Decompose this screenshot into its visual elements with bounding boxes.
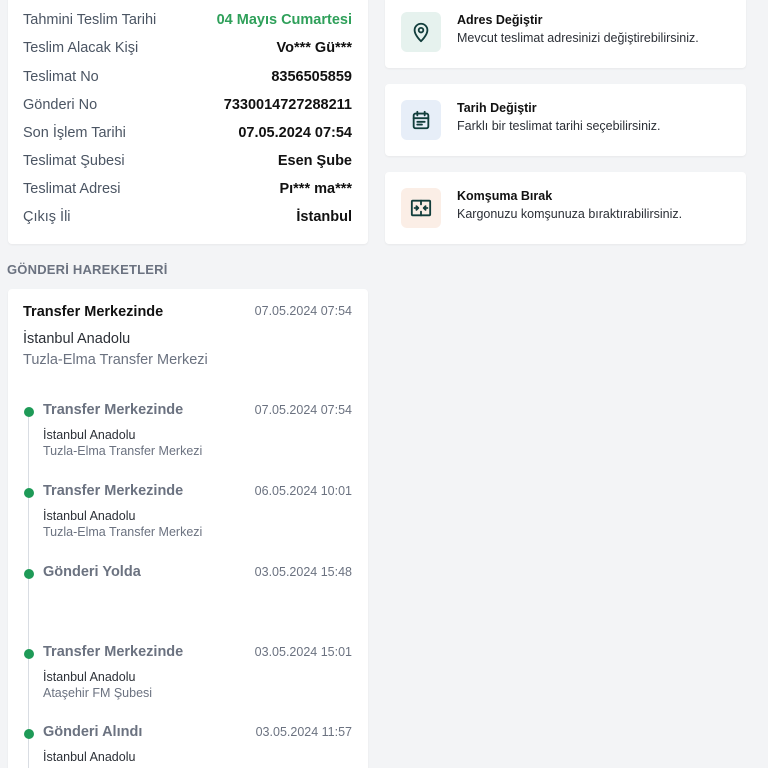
- latest-movement-date: 07.05.2024 07:54: [254, 304, 352, 318]
- action-description: Mevcut teslimat adresinizi değiştirebili…: [457, 31, 699, 45]
- info-row-delivery-address: Teslimat Adresi Pı*** ma***: [23, 179, 352, 199]
- timeline-branch: Tuzla-Elma Transfer Merkezi: [43, 525, 203, 539]
- change-date-card[interactable]: Tarih Değiştir Farklı bir teslimat tarih…: [385, 84, 746, 156]
- info-label: Teslimat Adresi: [23, 181, 121, 197]
- delivery-no-value: 8356505859: [271, 69, 352, 85]
- timeline-dot: [24, 569, 34, 579]
- timeline-title: Transfer Merkezinde: [43, 402, 184, 418]
- info-label: Tahmini Teslim Tarihi: [23, 12, 157, 28]
- change-address-card[interactable]: Adres Değiştir Mevcut teslimat adresiniz…: [385, 0, 746, 68]
- neighbor-transfer-icon: [401, 188, 441, 228]
- latest-movement-city: İstanbul Anadolu: [23, 331, 131, 347]
- timeline-city: İstanbul Anadolu: [43, 750, 136, 764]
- calendar-icon: [401, 100, 441, 140]
- last-action-value: 07.05.2024 07:54: [238, 125, 352, 141]
- info-label: Gönderi No: [23, 97, 98, 113]
- shipment-no-value: 7330014727288211: [223, 97, 352, 113]
- info-row-estimated-delivery: Tahmini Teslim Tarihi 04 Mayıs Cumartesi: [23, 10, 352, 30]
- action-title: Komşuma Bırak: [457, 189, 553, 203]
- delivery-address-value: Pı*** ma***: [279, 181, 352, 197]
- timeline-title: Transfer Merkezinde: [43, 644, 184, 660]
- info-row-origin-city: Çıkış İli İstanbul: [23, 207, 352, 227]
- location-pin-icon: [401, 12, 441, 52]
- leave-with-neighbor-card[interactable]: Komşuma Bırak Kargonuzu komşunuza bırakt…: [385, 172, 746, 244]
- delivery-branch-value: Esen Şube: [277, 153, 352, 169]
- info-label: Teslimat Şubesi: [23, 153, 125, 169]
- timeline-branch: Ataşehir FM Şubesi: [43, 686, 153, 700]
- timeline-dot: [24, 729, 34, 739]
- movements-card: Transfer Merkezinde 07.05.2024 07:54 İst…: [8, 289, 368, 768]
- timeline-title: Gönderi Alındı: [43, 724, 143, 740]
- estimated-delivery-value: 04 Mayıs Cumartesi: [216, 12, 352, 28]
- timeline-dot: [24, 649, 34, 659]
- action-description: Kargonuzu komşunuza bıraktırabilirsiniz.: [457, 207, 683, 221]
- timeline-city: İstanbul Anadolu: [43, 509, 136, 523]
- info-row-delivery-branch: Teslimat Şubesi Esen Şube: [23, 151, 352, 171]
- origin-city-value: İstanbul: [296, 209, 352, 225]
- action-title: Adres Değiştir: [457, 13, 543, 27]
- action-description: Farklı bir teslimat tarihi seçebilirsini…: [457, 119, 661, 133]
- info-label: Teslimat No: [23, 69, 99, 85]
- movements-section-title: GÖNDERİ HAREKETLERİ: [7, 262, 168, 277]
- timeline-date: 03.05.2024 11:57: [255, 725, 352, 739]
- timeline-date: 06.05.2024 10:01: [254, 484, 352, 498]
- timeline-date: 07.05.2024 07:54: [254, 403, 352, 417]
- recipient-value: Vo*** Gü***: [276, 40, 352, 56]
- info-label: Çıkış İli: [23, 209, 71, 225]
- info-label: Son İşlem Tarihi: [23, 125, 126, 141]
- info-row-shipment-no: Gönderi No 7330014727288211: [23, 95, 352, 115]
- info-row-recipient: Teslim Alacak Kişi Vo*** Gü***: [23, 38, 352, 58]
- shipment-info-card: Tahmini Teslim Tarihi 04 Mayıs Cumartesi…: [8, 0, 368, 244]
- timeline-title: Transfer Merkezinde: [43, 483, 184, 499]
- timeline-line: [28, 414, 29, 768]
- timeline-dot: [24, 488, 34, 498]
- latest-movement-branch: Tuzla-Elma Transfer Merkezi: [23, 352, 208, 368]
- timeline-city: İstanbul Anadolu: [43, 670, 136, 684]
- timeline-branch: Tuzla-Elma Transfer Merkezi: [43, 444, 203, 458]
- latest-movement-title: Transfer Merkezinde: [23, 304, 164, 320]
- info-row-delivery-no: Teslimat No 8356505859: [23, 67, 352, 87]
- timeline-date: 03.05.2024 15:48: [254, 565, 352, 579]
- timeline-title: Gönderi Yolda: [43, 564, 141, 580]
- info-label: Teslim Alacak Kişi: [23, 40, 139, 56]
- info-row-last-action: Son İşlem Tarihi 07.05.2024 07:54: [23, 123, 352, 143]
- action-title: Tarih Değiştir: [457, 101, 537, 115]
- timeline-dot: [24, 407, 34, 417]
- timeline-city: İstanbul Anadolu: [43, 428, 136, 442]
- latest-movement: Transfer Merkezinde 07.05.2024 07:54 İst…: [8, 289, 368, 389]
- timeline-date: 03.05.2024 15:01: [254, 645, 352, 659]
